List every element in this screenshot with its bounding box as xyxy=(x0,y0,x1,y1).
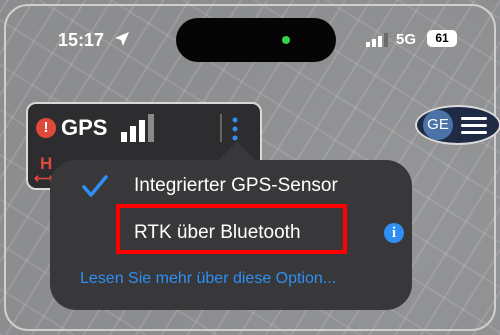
status-time: 15:17 xyxy=(58,30,105,50)
alert-icon: ! xyxy=(36,118,56,138)
more-vertical-icon[interactable] xyxy=(230,116,240,142)
checkmark-icon xyxy=(82,175,108,197)
ge-badge: GE xyxy=(423,110,453,140)
info-icon[interactable]: i xyxy=(384,223,404,243)
battery-indicator: 61 xyxy=(427,30,457,47)
gps-signal-icon xyxy=(121,114,154,142)
gps-source-popup: Integrierter GPS-Sensor RTK über Bluetoo… xyxy=(50,141,412,310)
option-rtk-bluetooth[interactable]: RTK über Bluetooth xyxy=(134,222,301,244)
location-arrow-icon xyxy=(115,32,129,46)
ge-menu-button[interactable]: GE xyxy=(415,105,500,145)
menu-icon xyxy=(461,117,487,134)
gps-label: GPS xyxy=(61,115,108,140)
network-type: 5G xyxy=(396,31,417,48)
dynamic-island xyxy=(176,18,336,62)
signal-icon xyxy=(366,33,388,47)
panel-divider xyxy=(220,114,222,142)
camera-indicator xyxy=(282,36,290,44)
read-more-link[interactable]: Lesen Sie mehr über diese Option... xyxy=(80,270,336,288)
option-integrated-gps[interactable]: Integrierter GPS-Sensor xyxy=(134,175,338,197)
